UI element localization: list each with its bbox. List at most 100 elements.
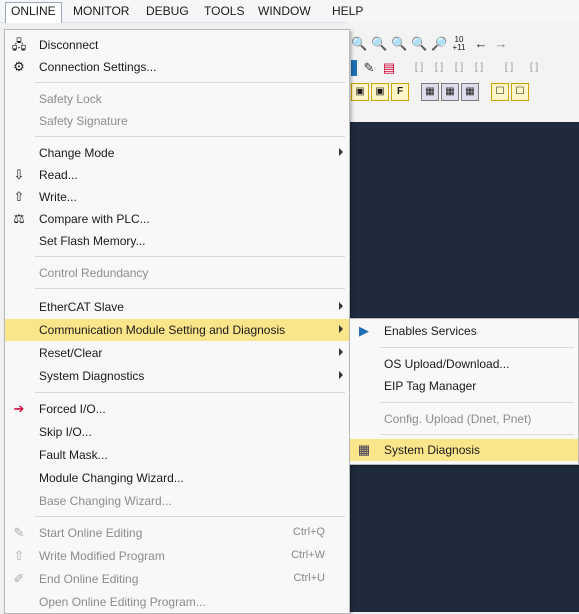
separator [380, 434, 574, 435]
menu-item-label: Safety Lock [39, 92, 102, 106]
blue-block-icon [351, 60, 357, 76]
submenu-item-system-diagnosis[interactable]: ▦ System Diagnosis [350, 439, 578, 461]
shortcut-label: Ctrl+Q [292, 526, 325, 538]
menu-item-label: Reset/Clear [39, 346, 103, 360]
end-editing-icon: ✐ [13, 571, 25, 586]
chevron-right-icon [339, 348, 343, 356]
menu-help[interactable]: HELP [327, 3, 368, 20]
menu-item-disconnect[interactable]: 🖧 Disconnect [5, 34, 349, 56]
menu-item-start-online-editing[interactable]: ✎ Start Online Editing Ctrl+Q [5, 522, 349, 544]
monitor-icon[interactable]: ▦ [421, 83, 439, 101]
menu-item-label: Write... [39, 190, 77, 204]
menu-item-skip-io[interactable]: Skip I/O... [5, 421, 349, 443]
find-next-icon[interactable]: 🔍 [371, 36, 387, 52]
separator [35, 392, 345, 393]
instruction-icon[interactable]: [ ] [501, 60, 517, 76]
connection-settings-icon: ⚙ [13, 59, 25, 74]
menu-item-base-changing[interactable]: Base Changing Wizard... [5, 490, 349, 512]
watch-icon[interactable]: ▦ [441, 83, 459, 101]
separator [380, 347, 574, 348]
submenu-item-config-upload[interactable]: Config. Upload (Dnet, Pnet) [350, 408, 578, 430]
compare-icon: ⚖ [13, 211, 25, 226]
contact-icon[interactable]: [ ] [411, 60, 427, 76]
separator [35, 288, 345, 289]
menu-item-label: Control Redundancy [39, 266, 149, 280]
menu-debug[interactable]: DEBUG [141, 3, 194, 20]
menu-item-connection-settings[interactable]: ⚙ Connection Settings... [5, 56, 349, 78]
function-icon[interactable]: F [391, 83, 409, 101]
shift-badge[interactable]: 10 +11 [451, 36, 467, 52]
menu-item-label: Write Modified Program [39, 549, 165, 563]
forced-io-icon: ➔ [13, 401, 25, 416]
menu-item-forced-io[interactable]: ➔ Forced I/O... [5, 398, 349, 420]
menu-item-label: End Online Editing [39, 572, 139, 586]
menu-item-label: System Diagnosis [384, 443, 481, 457]
menu-item-label: Start Online Editing [39, 526, 143, 540]
chevron-right-icon [339, 148, 343, 156]
submenu-item-os-upload[interactable]: OS Upload/Download... [350, 353, 578, 375]
menu-item-module-changing[interactable]: Module Changing Wizard... [5, 467, 349, 489]
check-icon[interactable]: ☐ [491, 83, 509, 101]
cross-ref-icon[interactable]: ▣ [351, 83, 369, 101]
online-menu: 🖧 Disconnect ⚙ Connection Settings... Sa… [4, 29, 350, 614]
find-device-icon[interactable]: 🔍 [391, 36, 407, 52]
menu-item-label: Fault Mask... [39, 448, 108, 462]
menu-item-ethercat-slave[interactable]: EtherCAT Slave [5, 296, 349, 318]
replace-icon[interactable]: 🔎 [431, 36, 447, 52]
menu-item-change-mode[interactable]: Change Mode [5, 142, 349, 164]
menu-item-label: Base Changing Wizard... [39, 494, 172, 508]
system-diagnosis-icon: ▦ [357, 442, 371, 457]
menu-monitor[interactable]: MONITOR [68, 3, 134, 20]
menu-item-control-redundancy[interactable]: Control Redundancy [5, 262, 349, 284]
print-icon[interactable]: ▤ [381, 60, 397, 76]
write-to-plc-icon: ⇧ [13, 189, 25, 204]
menu-window[interactable]: WINDOW [253, 3, 316, 20]
separator [35, 82, 345, 83]
contact-b-icon[interactable]: [ ] [431, 60, 447, 76]
coil-b-icon[interactable]: [ ] [471, 60, 487, 76]
comm-module-submenu: ▶ Enables Services OS Upload/Download...… [349, 318, 579, 465]
menu-item-label: Communication Module Setting and Diagnos… [39, 323, 286, 337]
arrow-right-icon[interactable]: → [493, 36, 509, 52]
menu-item-compare[interactable]: ⚖ Compare with PLC... [5, 208, 349, 230]
menu-item-label: Enables Services [384, 324, 477, 338]
find-contact-icon[interactable]: 🔍 [411, 36, 427, 52]
doc-icon[interactable]: ☐ [511, 83, 529, 101]
chevron-right-icon [339, 371, 343, 379]
trend-icon[interactable]: ▦ [461, 83, 479, 101]
menu-item-label: EIP Tag Manager [384, 379, 477, 393]
menu-item-system-diagnostics[interactable]: System Diagnostics [5, 365, 349, 387]
separator [35, 256, 345, 257]
menu-item-reset-clear[interactable]: Reset/Clear [5, 342, 349, 364]
menu-item-write-modified[interactable]: ⇧ Write Modified Program Ctrl+W [5, 545, 349, 567]
instruction-b-icon[interactable]: [ ] [526, 60, 542, 76]
menu-tools[interactable]: TOOLS [199, 3, 249, 20]
device-list-icon[interactable]: ▣ [371, 83, 389, 101]
menu-item-write[interactable]: ⇧ Write... [5, 186, 349, 208]
submenu-item-enables-services[interactable]: ▶ Enables Services [350, 320, 578, 342]
menu-item-label: Set Flash Memory... [39, 234, 146, 248]
menu-item-set-flash[interactable]: Set Flash Memory... [5, 230, 349, 252]
find-icon[interactable]: 🔍 [351, 36, 367, 52]
menu-item-label: Connection Settings... [39, 60, 157, 74]
menu-item-label: OS Upload/Download... [384, 357, 510, 371]
edit-icon[interactable]: ✎ [361, 60, 377, 76]
toolbar: 🔍 🔍 🔍 🔍 🔎 10 +11 ← → ✎ ▤ [ ] [ ] [ ] [ ]… [347, 22, 579, 122]
menu-item-safety-lock[interactable]: Safety Lock [5, 88, 349, 110]
menu-item-open-online-editing[interactable]: Open Online Editing Program... [5, 591, 349, 613]
menu-item-safety-signature[interactable]: Safety Signature [5, 110, 349, 132]
coil-icon[interactable]: [ ] [451, 60, 467, 76]
menu-item-read[interactable]: ⇩ Read... [5, 164, 349, 186]
menu-item-fault-mask[interactable]: Fault Mask... [5, 444, 349, 466]
menu-item-label: Module Changing Wizard... [39, 471, 184, 485]
menu-item-label: Disconnect [39, 38, 99, 52]
submenu-item-eip-tag[interactable]: EIP Tag Manager [350, 375, 578, 397]
menu-item-end-online-editing[interactable]: ✐ End Online Editing Ctrl+U [5, 568, 349, 590]
arrow-left-icon[interactable]: ← [473, 36, 489, 52]
menu-item-label: Config. Upload (Dnet, Pnet) [384, 412, 532, 426]
menu-item-label: Safety Signature [39, 114, 128, 128]
separator [380, 402, 574, 403]
menu-item-comm-module[interactable]: Communication Module Setting and Diagnos… [5, 319, 349, 341]
read-from-plc-icon: ⇩ [13, 167, 25, 182]
menu-online[interactable]: ONLINE [5, 2, 62, 23]
